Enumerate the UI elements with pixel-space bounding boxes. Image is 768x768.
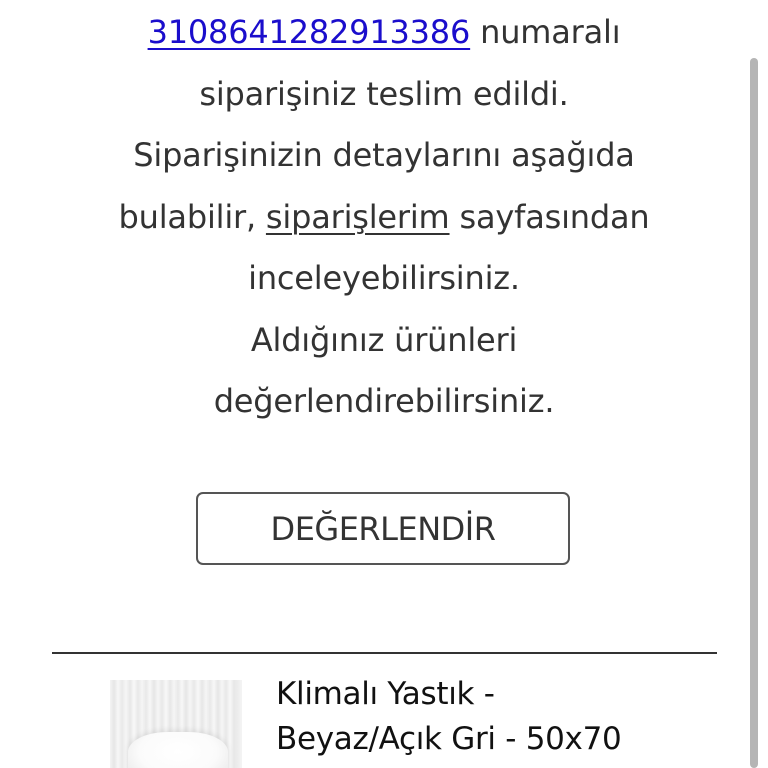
product-title[interactable]: Klimalı Yastık - Beyaz/Açık Gri - 50x70: [276, 672, 736, 762]
message-line-4-suffix: sayfasından: [449, 197, 650, 236]
message-line-2: siparişiniz teslim edildi.: [199, 74, 569, 113]
message-line-3: Siparişinizin detaylarını aşağıda: [133, 136, 635, 174]
my-orders-link[interactable]: siparişlerim: [266, 198, 450, 236]
product-title-line-2: Beyaz/Açık Gri - 50x70: [276, 721, 622, 757]
delivery-message: 3108641282913386 numaralı siparişiniz te…: [60, 2, 708, 433]
order-number-link[interactable]: 3108641282913386: [148, 13, 471, 51]
product-title-line-1: Klimalı Yastık -: [276, 676, 495, 712]
message-line-4-prefix: bulabilir,: [118, 197, 266, 236]
message-line-6: Aldığınız ürünleri: [250, 320, 518, 359]
message-line-1-rest: numaralı: [470, 13, 621, 51]
product-image[interactable]: [110, 680, 242, 768]
pillow-image-shape: [128, 732, 228, 768]
scrollbar[interactable]: [750, 58, 758, 768]
message-line-4: bulabilir, siparişlerim sayfasından: [60, 187, 708, 249]
product-item[interactable]: Klimalı Yastık - Beyaz/Açık Gri - 50x70: [0, 654, 768, 768]
message-line-7: değerlendirebilirsiniz.: [213, 382, 555, 420]
message-line-1: 3108641282913386 numaralı: [60, 2, 708, 64]
rate-products-button[interactable]: DEĞERLENDİR: [196, 492, 570, 565]
message-line-5: inceleyebilirsiniz.: [248, 259, 520, 297]
